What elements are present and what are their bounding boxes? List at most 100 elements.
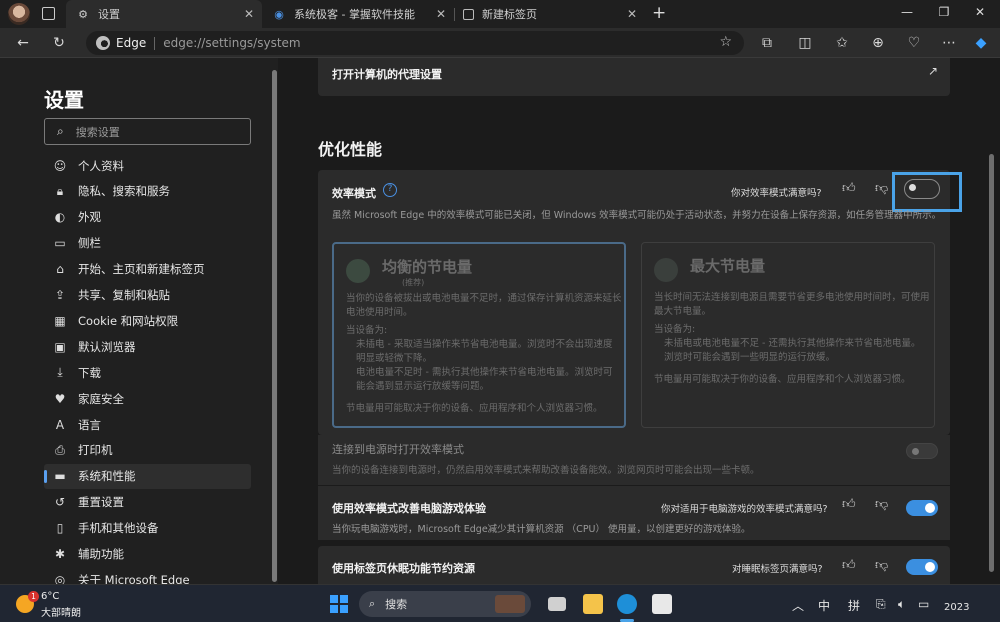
power-connect-toggle[interactable] xyxy=(906,443,938,459)
sidebar-item[interactable]: ✱ 辅助功能 xyxy=(44,542,251,567)
restore-icon[interactable]: ❐ xyxy=(934,5,954,19)
sidebar-item[interactable]: 🔒︎ 隐私、搜索和服务 xyxy=(44,179,251,204)
search-placeholder: 搜索设置 xyxy=(75,125,120,139)
proxy-label: 打开计算机的代理设置 xyxy=(332,68,442,81)
sidebar-item-label: 辅助功能 xyxy=(78,547,124,561)
sidebar-item[interactable]: ⇪ 共享、复制和粘贴 xyxy=(44,283,251,308)
sleeping-tabs-row: 使用标签页休眠功能节约资源 对睡眠标签页满意吗? 👍︎ 👎︎ xyxy=(318,546,950,584)
edge-browser-icon[interactable] xyxy=(617,594,637,614)
leaf-icon xyxy=(346,259,370,283)
sidebar-item[interactable]: ▬ 系统和性能 xyxy=(44,463,251,489)
edge-logo-icon xyxy=(96,36,110,50)
share-icon: ⇪ xyxy=(54,288,66,302)
window-close-icon[interactable]: ✕ xyxy=(970,5,990,19)
volume-icon[interactable]: 🔈︎ xyxy=(898,597,905,612)
battery-icon[interactable]: ▭ xyxy=(918,597,929,611)
thumbs-up-icon[interactable]: 👍︎ xyxy=(842,181,856,196)
microsoft-store-icon[interactable] xyxy=(652,594,672,614)
system-icon: ▬ xyxy=(54,469,66,484)
sidebar-item[interactable]: ◐ 外观 xyxy=(44,205,251,230)
reset-icon: ↺ xyxy=(54,495,66,510)
thumbs-down-icon[interactable]: 👎︎ xyxy=(875,558,888,573)
power-connect-desc: 当你的设备连接到电源时，仍然启用效率模式来帮助改善设备能效。浏览网页时可能会出现… xyxy=(332,465,760,476)
tab-title: 设置 xyxy=(98,8,120,21)
file-explorer-icon[interactable] xyxy=(583,594,603,614)
sidebar-item[interactable]: ☺ 个人资料 xyxy=(44,153,251,178)
weather-desc: 大部晴朗 xyxy=(41,608,81,619)
tab-title: 新建标签页 xyxy=(482,8,537,21)
tab-title: 系统极客 - 掌握软件技能 xyxy=(294,8,415,21)
settings-search-input[interactable]: ⌕ 搜索设置 xyxy=(44,118,251,145)
sidebar-item[interactable]: ▯ 手机和其他设备 xyxy=(44,516,251,541)
favorites-icon[interactable]: ✩ xyxy=(833,34,851,52)
external-link-icon[interactable]: ↗ xyxy=(928,64,938,78)
sidebar-item[interactable]: ▦ Cookie 和网站权限 xyxy=(44,308,251,333)
efficiency-description: 虽然 Microsoft Edge 中的效率模式可能已关闭，但 Windows … xyxy=(332,210,942,221)
language-icon: A xyxy=(55,417,65,432)
taskbar-search-label: 搜索 xyxy=(385,598,408,611)
leaf-icon xyxy=(654,258,678,282)
sidebar-scrollbar[interactable] xyxy=(272,70,277,582)
sidebar-item[interactable]: ⌂ 开始、主页和新建标签页 xyxy=(44,257,251,282)
efficiency-mode-toggle[interactable] xyxy=(904,179,940,199)
collections-icon[interactable]: ⊕ xyxy=(869,34,887,52)
sidebar-item-label: 默认浏览器 xyxy=(78,339,136,354)
weather-widget[interactable]: 1 6°C 大部晴朗 xyxy=(16,590,96,619)
split-screen-icon[interactable]: ◫ xyxy=(796,34,814,52)
tab-actions-icon[interactable] xyxy=(42,7,55,20)
maximum-savings-option[interactable]: 最大节电量 当长时间无法连接到电源且需要节省更多电池使用时间时，可使用最大节电量… xyxy=(641,242,935,428)
sidebar-item[interactable]: ↺ 重置设置 xyxy=(44,490,251,515)
sidebar-item[interactable]: A 语言 xyxy=(44,412,251,437)
thumbs-up-icon[interactable]: 👍︎ xyxy=(842,497,856,512)
tab-settings[interactable]: ⚙ 设置 ✕ xyxy=(66,0,262,28)
thumbs-down-icon[interactable]: 👎︎ xyxy=(875,497,888,512)
proxy-settings-row[interactable]: 打开计算机的代理设置 ↗ xyxy=(318,58,950,96)
thumbs-down-icon[interactable]: 👎︎ xyxy=(875,181,888,196)
phone-icon: ▯ xyxy=(56,521,64,536)
sidebar-item-label: 外观 xyxy=(78,210,101,225)
browser-essentials-icon[interactable]: ♡ xyxy=(905,34,923,52)
sidebar-item[interactable]: ▭ 侧栏 xyxy=(44,231,251,256)
extensions-icon[interactable]: ⧉ xyxy=(758,34,776,52)
tab-xitongjike[interactable]: ◉ 系统极客 - 掌握软件技能 ✕ xyxy=(262,0,454,28)
accessibility-icon: ✱ xyxy=(54,547,66,561)
show-hidden-icons[interactable]: ︿ xyxy=(792,597,804,614)
close-icon[interactable]: ✕ xyxy=(627,7,637,21)
ime-mode[interactable]: 拼 xyxy=(848,597,860,614)
sleeping-tabs-toggle[interactable] xyxy=(906,559,938,575)
favorite-star-icon[interactable]: ☆ xyxy=(719,34,732,50)
profile-avatar[interactable] xyxy=(8,3,30,25)
close-icon[interactable]: ✕ xyxy=(244,7,254,21)
gaming-mode-toggle[interactable] xyxy=(906,500,938,516)
address-bar[interactable]: Edge edge://settings/system ☆ xyxy=(86,31,744,55)
close-icon[interactable]: ✕ xyxy=(436,7,446,21)
copilot-icon[interactable]: ◆ xyxy=(972,34,990,52)
back-arrow-icon[interactable]: ← xyxy=(14,34,32,52)
sidebar-item[interactable]: ♥ 家庭安全 xyxy=(44,386,251,411)
balanced-savings-option[interactable]: 均衡的节电量 (推荐) 当你的设备被拔出或电池电量不足时，通过保存计算机资源来延… xyxy=(332,242,626,428)
efficiency-mode-card: 效率模式 ? 你对效率模式满意吗? 👍︎ 👎︎ 虽然 Microsoft Edg… xyxy=(318,170,962,435)
more-options-icon[interactable]: ⋯ xyxy=(940,34,958,52)
new-tab-button[interactable]: + xyxy=(652,3,666,23)
task-view-icon[interactable] xyxy=(548,597,566,611)
balanced-bullet-1: 未插电 - 采取适当操作来节省电池电量。浏览时不会出现速度明显或轻微下降。 xyxy=(356,339,613,364)
gaming-desc: 当你玩电脑游戏时，Microsoft Edge减少其计算机资源 （CPU） 使用… xyxy=(332,524,751,535)
sidebar-item[interactable]: ▣ 默认浏览器 xyxy=(44,334,251,359)
sidebar-item-label: 个人资料 xyxy=(78,158,124,173)
sidebar-item[interactable]: ⤓ 下载 xyxy=(44,360,251,385)
ime-language[interactable]: 中 xyxy=(818,597,830,614)
weather-badge: 1 xyxy=(28,591,39,602)
refresh-icon[interactable]: ↻ xyxy=(50,34,68,52)
help-icon[interactable]: ? xyxy=(383,183,397,197)
main-scrollbar[interactable] xyxy=(989,154,994,572)
clock-year[interactable]: 2023 xyxy=(944,602,969,613)
tab-new-tab[interactable]: 新建标签页 ✕ xyxy=(455,0,645,28)
thumbs-up-icon[interactable]: 👍︎ xyxy=(842,558,856,573)
windows-start-icon[interactable] xyxy=(330,595,348,613)
taskbar-search[interactable]: ⌕ 搜索 xyxy=(359,591,531,617)
default-browser-icon: ▣ xyxy=(54,339,66,354)
sidebar-item[interactable]: ⎙ 打印机 xyxy=(44,438,251,463)
new-tab-page-icon xyxy=(463,8,474,20)
minimize-icon[interactable]: — xyxy=(897,5,917,19)
tray-app-icon[interactable]: ⎘ xyxy=(876,597,886,612)
